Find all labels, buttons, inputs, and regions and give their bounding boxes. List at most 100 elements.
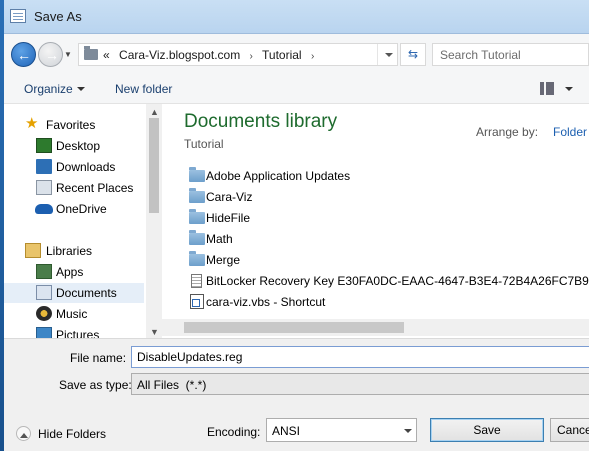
nav-item-music[interactable]: Music <box>4 304 144 324</box>
organize-label: Organize <box>24 82 73 96</box>
star-icon: ★ <box>25 115 39 132</box>
arrange-by-label: Arrange by: <box>476 125 539 139</box>
folder-location-icon <box>84 46 98 60</box>
chevron-down-icon <box>404 429 412 437</box>
shortcut-icon <box>190 294 204 309</box>
folder-icon <box>189 188 205 203</box>
file-item[interactable]: cara-viz.vbs - Shortcut <box>184 292 584 312</box>
encoding-value: ANSI <box>272 424 301 438</box>
window-title: Save As <box>34 9 82 24</box>
nav-item-label: Music <box>56 307 88 321</box>
navigation-bar: ← → ▼ « Cara-Viz.blogspot.com › Tutorial… <box>4 34 589 74</box>
breadcrumb-separator-icon[interactable]: › <box>311 51 314 62</box>
breadcrumb-item-cara-viz[interactable]: Cara-Viz.blogspot.com <box>119 48 240 62</box>
nav-item-onedrive[interactable]: OneDrive <box>4 199 144 219</box>
back-arrow-icon: ← <box>17 47 31 63</box>
search-input[interactable] <box>433 44 588 65</box>
nav-item-label: Pictures <box>56 328 100 338</box>
refresh-button[interactable]: ⇆ <box>400 43 426 66</box>
navigation-pane: ★ Favorites Desktop Downloads Recent Pla… <box>4 104 162 338</box>
save-as-type-label: Save as type: <box>59 378 132 392</box>
file-name: Merge <box>206 253 241 267</box>
apps-icon <box>36 264 52 279</box>
folder-icon <box>189 230 205 245</box>
nav-item-documents[interactable]: Documents <box>4 283 144 303</box>
nav-item-desktop[interactable]: Desktop <box>4 136 144 156</box>
arrange-by-dropdown[interactable]: Folder <box>553 125 587 139</box>
nav-item-favorites[interactable]: ★ Favorites <box>4 115 144 135</box>
organize-button[interactable]: Organize <box>24 82 85 96</box>
pictures-icon <box>36 327 52 338</box>
nav-item-label: Libraries <box>46 244 93 258</box>
change-view-icon[interactable] <box>540 82 554 95</box>
scroll-down-icon[interactable]: ▼ <box>150 327 159 337</box>
encoding-label: Encoding: <box>207 425 261 439</box>
file-name: BitLocker Recovery Key E30FA0DC-EAAC-464… <box>206 274 589 288</box>
downloads-icon <box>36 159 52 174</box>
folder-icon <box>189 209 205 224</box>
file-list-pane: Documents library Tutorial Arrange by: F… <box>162 104 589 338</box>
cancel-button[interactable]: Cance <box>550 418 589 442</box>
nav-item-downloads[interactable]: Downloads <box>4 157 144 177</box>
library-subtitle: Tutorial <box>184 137 224 151</box>
file-item[interactable]: Merge <box>184 250 584 270</box>
libraries-icon <box>25 243 41 258</box>
file-item[interactable]: Cara-Viz <box>184 187 584 207</box>
refresh-icon: ⇆ <box>407 47 419 61</box>
save-as-dialog: Save As ← → ▼ « Cara-Viz.blogspot.com › … <box>4 0 589 451</box>
file-item[interactable]: Math <box>184 229 584 249</box>
file-item[interactable]: BitLocker Recovery Key E30FA0DC-EAAC-464… <box>184 271 589 291</box>
text-file-icon <box>191 274 202 288</box>
chevron-down-icon <box>76 87 85 95</box>
hide-folders-label: Hide Folders <box>38 427 107 441</box>
save-form: File name: Save as type: All Files (*.*)… <box>4 338 589 451</box>
breadcrumb-overflow[interactable]: « <box>103 48 110 62</box>
scroll-up-icon[interactable]: ▲ <box>150 107 159 117</box>
breadcrumb-separator-icon[interactable]: › <box>250 51 253 62</box>
save-as-type-value: All Files (*.*) <box>137 378 207 392</box>
file-item[interactable]: Adobe Application Updates <box>184 166 584 186</box>
chevron-up-icon <box>16 426 31 441</box>
command-bar: Organize New folder <box>4 74 589 104</box>
folder-icon <box>189 167 205 182</box>
file-name: Math <box>206 232 233 246</box>
nav-item-pictures[interactable]: Pictures <box>4 325 144 338</box>
breadcrumb-item-tutorial[interactable]: Tutorial <box>262 48 302 62</box>
forward-button[interactable]: → <box>38 42 63 67</box>
nav-item-label: Recent Places <box>56 181 134 195</box>
recent-locations-button[interactable]: ▼ <box>64 50 74 60</box>
address-bar[interactable]: « Cara-Viz.blogspot.com › Tutorial › <box>78 43 398 66</box>
documents-icon <box>36 285 52 300</box>
file-item[interactable]: HideFile <box>184 208 584 228</box>
forward-arrow-icon: → <box>45 47 59 63</box>
scrollbar-thumb[interactable] <box>184 322 404 333</box>
recent-places-icon <box>36 180 52 195</box>
file-name-label: File name: <box>70 351 127 365</box>
notepad-icon <box>10 9 26 23</box>
file-name-field[interactable] <box>131 346 589 368</box>
breadcrumb: « Cara-Viz.blogspot.com › Tutorial › <box>103 48 320 62</box>
encoding-select[interactable]: ANSI <box>266 418 417 442</box>
address-dropdown-button[interactable] <box>377 44 397 65</box>
folder-icon <box>189 251 205 266</box>
save-as-type-select[interactable]: All Files (*.*) <box>131 373 589 395</box>
horizontal-scrollbar[interactable] <box>162 319 589 336</box>
nav-item-apps[interactable]: Apps <box>4 262 144 282</box>
scrollbar-thumb[interactable] <box>149 118 159 213</box>
file-name-input[interactable] <box>132 347 589 367</box>
file-name: Cara-Viz <box>206 190 253 204</box>
view-options-dropdown-icon[interactable] <box>565 87 573 95</box>
new-folder-button[interactable]: New folder <box>115 82 172 96</box>
title-bar[interactable]: Save As <box>4 0 589 34</box>
navigation-pane-scrollbar[interactable]: ▲ ▼ <box>146 104 162 338</box>
save-button[interactable]: Save <box>430 418 544 442</box>
back-button[interactable]: ← <box>11 42 36 67</box>
onedrive-icon <box>35 204 53 214</box>
search-box[interactable] <box>432 43 589 66</box>
file-name: Adobe Application Updates <box>206 169 351 183</box>
desktop-icon <box>36 138 52 153</box>
nav-item-label: Apps <box>56 265 84 279</box>
library-title: Documents library <box>184 111 338 132</box>
nav-item-recent-places[interactable]: Recent Places <box>4 178 144 198</box>
nav-item-libraries[interactable]: Libraries <box>4 241 144 261</box>
